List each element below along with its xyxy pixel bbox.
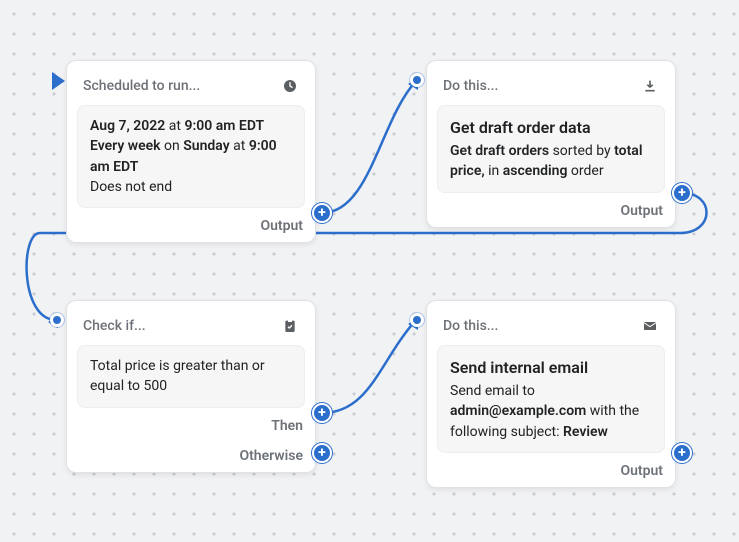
clock-icon xyxy=(281,77,299,95)
mail-icon xyxy=(641,317,659,335)
action2-heading: Send internal email xyxy=(450,356,652,379)
trigger-node[interactable]: Scheduled to run... Aug 7, 2022 at 9:00 … xyxy=(66,60,316,243)
action1-heading: Get draft order data xyxy=(450,116,652,139)
condition-node[interactable]: Check if... Total price is greater than … xyxy=(66,300,316,473)
action-node-get-draft-order[interactable]: Do this... Get draft order data Get draf… xyxy=(426,60,676,228)
trigger-end: Does not end xyxy=(90,177,292,197)
node-input-dot xyxy=(410,73,424,87)
trigger-body: Aug 7, 2022 at 9:00 am EDT Every week on… xyxy=(77,105,305,208)
action-title: Do this... xyxy=(443,78,498,94)
trigger-output-port[interactable]: Output xyxy=(260,218,303,234)
add-then-step-button[interactable]: + xyxy=(312,403,332,423)
node-input-dot xyxy=(50,313,64,327)
action1-body: Get draft order data Get draft orders so… xyxy=(437,105,665,193)
workflow-canvas[interactable]: Scheduled to run... Aug 7, 2022 at 9:00 … xyxy=(0,0,739,542)
condition-body: Total price is greater than or equal to … xyxy=(77,345,305,408)
action2-body: Send internal email Send email to admin@… xyxy=(437,345,665,453)
add-step-button[interactable]: + xyxy=(312,203,332,223)
trigger-title: Scheduled to run... xyxy=(83,78,200,94)
action-title: Do this... xyxy=(443,318,498,334)
add-step-button[interactable]: + xyxy=(672,183,692,203)
add-otherwise-step-button[interactable]: + xyxy=(312,443,332,463)
trigger-frequency: Every week xyxy=(90,138,161,154)
add-step-button[interactable]: + xyxy=(672,443,692,463)
action1-output-port[interactable]: Output xyxy=(620,203,663,219)
action-node-send-email[interactable]: Do this... Send internal email Send emai… xyxy=(426,300,676,488)
otherwise-port[interactable]: Otherwise xyxy=(239,448,303,464)
trigger-day: Sunday xyxy=(183,138,229,154)
condition-title: Check if... xyxy=(83,318,146,334)
checklist-icon xyxy=(281,317,299,335)
trigger-time: 9:00 am EDT xyxy=(184,118,264,134)
trigger-date: Aug 7, 2022 xyxy=(90,118,165,134)
then-port[interactable]: Then xyxy=(271,418,303,434)
node-input-dot xyxy=(410,313,424,327)
start-trigger-icon xyxy=(52,72,65,90)
action2-output-port[interactable]: Output xyxy=(620,463,663,479)
download-icon xyxy=(641,77,659,95)
